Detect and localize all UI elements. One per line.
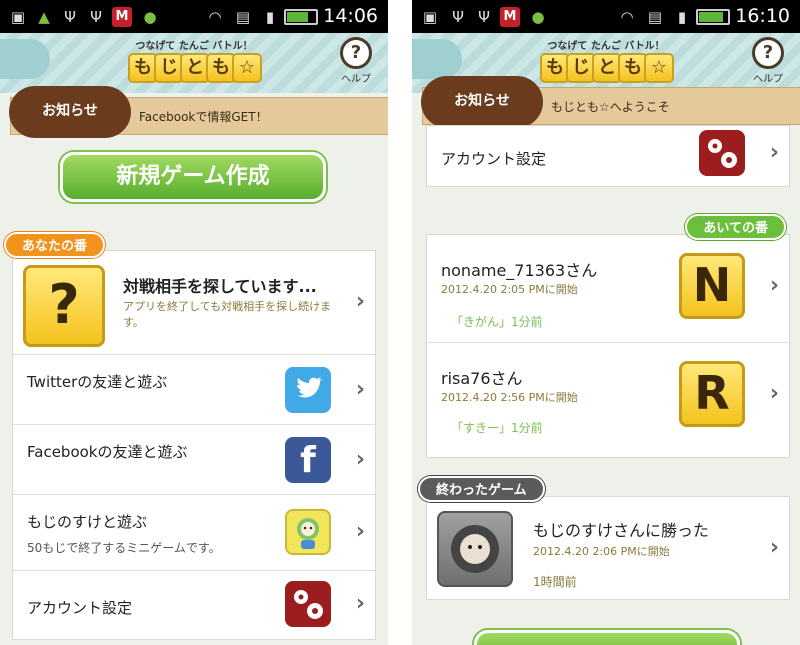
mojinosuke-gray-icon <box>437 511 513 587</box>
logo-star-tile: ☆ <box>644 53 674 83</box>
game-list-card: ? 対戦相手を探しています... アプリを終了しても対戦相手を探し続けます。 ›… <box>12 250 376 640</box>
usb-debug-icon: Ψ <box>478 8 490 26</box>
status-bar: ▣ Ψ Ψ M ● ◠ ▤ ▮ 16:10 <box>412 0 800 33</box>
last-word: 「きがん」1分前 <box>451 315 543 329</box>
help-button[interactable]: ? ヘルプ <box>750 37 786 85</box>
notice-badge: お知らせ <box>421 76 543 128</box>
clock: 14:06 <box>323 5 378 27</box>
chevron-right-icon: › <box>769 140 779 165</box>
usb-debug-icon: Ψ <box>90 8 102 26</box>
their-turn-tag: あいての番 <box>685 214 786 240</box>
notice-bar[interactable]: お知らせ Facebookで情報GET！ <box>9 86 388 138</box>
wifi-icon: ◠ <box>208 8 222 26</box>
wifi-icon: ◠ <box>620 8 634 26</box>
facebook-icon: f <box>285 437 331 483</box>
finished-games-card: もじのすけさんに勝った 2012.4.20 2:06 PMに開始 1時間前 › <box>426 496 790 600</box>
sdcard-icon: ▤ <box>647 8 663 26</box>
usb-icon: Ψ <box>64 8 76 26</box>
battery-icon <box>284 9 318 25</box>
twitter-label: Twitterの友達と遊ぶ <box>27 373 168 391</box>
letter-tile: R <box>679 361 745 427</box>
mojinosuke-subtitle: 50もじで終了するミニゲームです。 <box>27 541 221 555</box>
settings-flower-icon <box>699 130 745 176</box>
start-date: 2012.4.20 2:06 PMに開始 <box>533 545 670 558</box>
searching-opponent-row[interactable]: ? 対戦相手を探しています... アプリを終了しても対戦相手を探し続けます。 › <box>13 251 375 355</box>
notice-text: もじとも☆へようこそ <box>551 100 670 114</box>
new-game-button[interactable]: 新規ゲーム作成 <box>60 152 326 202</box>
android-robot-icon: ● <box>143 8 157 26</box>
account-settings-card[interactable]: アカウント設定 › <box>426 125 790 187</box>
account-label: アカウント設定 <box>27 599 133 617</box>
last-word: 「すきー」1分前 <box>451 421 543 435</box>
battery-charging-icon <box>696 9 730 25</box>
app-header: つなげて たんご バトル！ も じ と も ☆ ? ヘルプ <box>0 33 388 93</box>
app-logo: も じ と も ☆ <box>540 53 678 85</box>
finished-games-tag: 終わったゲーム <box>418 476 545 502</box>
search-subtitle: アプリを終了しても対戦相手を探し続けます。 <box>123 300 332 329</box>
game-row[interactable]: もじのすけさんに勝った 2012.4.20 2:06 PMに開始 1時間前 › <box>427 497 789 601</box>
green-bottom-button[interactable] <box>474 630 740 645</box>
facebook-play-row[interactable]: Facebookの友達と遊ぶ f › <box>13 425 375 495</box>
screen-right: ▣ Ψ Ψ M ● ◠ ▤ ▮ 16:10 つなげて たんご バトル！ も じ … <box>412 0 800 645</box>
help-label: ヘルプ <box>341 74 371 85</box>
help-icon: ? <box>340 37 372 69</box>
result-title: もじのすけさんに勝った <box>533 521 710 540</box>
sdcard-icon: ▤ <box>235 8 251 26</box>
help-label: ヘルプ <box>753 74 783 85</box>
facebook-label: Facebookの友達と遊ぶ <box>27 443 188 461</box>
twitter-bird-icon <box>285 367 331 413</box>
usb-icon: Ψ <box>452 8 464 26</box>
sim-icon: ▣ <box>422 8 438 26</box>
question-tile: ? <box>23 265 105 347</box>
account-label: アカウント設定 <box>441 150 547 168</box>
chevron-right-icon: › <box>355 591 365 616</box>
signal-icon: ▮ <box>677 8 687 26</box>
logo-star-tile: ☆ <box>232 53 262 83</box>
search-title: 対戦相手を探しています... <box>123 277 317 296</box>
app-logo: も じ と も ☆ <box>128 53 266 85</box>
your-turn-tag: あなたの番 <box>4 232 106 258</box>
opponent-name: risa76さん <box>441 369 523 388</box>
help-button[interactable]: ? ヘルプ <box>338 37 374 85</box>
screen-left: ▣ ▲ Ψ Ψ M ● ◠ ▤ ▮ 14:06 つなげて たんご バトル！ も … <box>0 0 388 645</box>
letter-tile: N <box>679 253 745 319</box>
signal-icon: ▮ <box>265 8 275 26</box>
security-shield-icon: M <box>112 7 132 27</box>
clock: 16:10 <box>735 5 790 27</box>
their-turn-card: noname_71363さん 2012.4.20 2:05 PMに開始 「きがん… <box>426 234 790 458</box>
chevron-right-icon: › <box>355 447 365 472</box>
help-icon: ? <box>752 37 784 69</box>
chevron-right-icon: › <box>769 381 779 406</box>
opponent-name: noname_71363さん <box>441 261 598 280</box>
logo-subtitle: つなげて たんご バトル！ <box>135 41 253 52</box>
start-date: 2012.4.20 2:56 PMに開始 <box>441 391 578 404</box>
game-row[interactable]: noname_71363さん 2012.4.20 2:05 PMに開始 「きがん… <box>427 235 789 343</box>
chevron-right-icon: › <box>355 289 365 314</box>
settings-flower-icon <box>285 581 331 627</box>
chevron-right-icon: › <box>769 273 779 298</box>
notice-bar[interactable]: お知らせ もじとも☆へようこそ <box>421 76 800 128</box>
chevron-right-icon: › <box>769 535 779 560</box>
security-shield-icon: M <box>500 7 520 27</box>
mojinosuke-label: もじのすけと遊ぶ <box>27 513 148 531</box>
android-icon: ▲ <box>38 8 50 26</box>
chevron-right-icon: › <box>355 377 365 402</box>
android-robot-icon: ● <box>531 8 545 26</box>
mojinosuke-play-row[interactable]: もじのすけと遊ぶ 50もじで終了するミニゲームです。 › <box>13 495 375 571</box>
start-date: 2012.4.20 2:05 PMに開始 <box>441 283 578 296</box>
game-row[interactable]: risa76さん 2012.4.20 2:56 PMに開始 「すきー」1分前 R… <box>427 343 789 459</box>
sim-icon: ▣ <box>10 8 26 26</box>
status-bar: ▣ ▲ Ψ Ψ M ● ◠ ▤ ▮ 14:06 <box>0 0 388 33</box>
chevron-right-icon: › <box>355 519 365 544</box>
account-settings-row[interactable]: アカウント設定 › <box>13 571 375 641</box>
notice-badge: お知らせ <box>9 86 131 138</box>
twitter-play-row[interactable]: Twitterの友達と遊ぶ › <box>13 355 375 425</box>
logo-subtitle: つなげて たんご バトル！ <box>547 41 665 52</box>
finished-ago: 1時間前 <box>533 575 577 589</box>
mojinosuke-character-icon <box>285 509 331 555</box>
notice-text: Facebookで情報GET！ <box>139 110 268 124</box>
